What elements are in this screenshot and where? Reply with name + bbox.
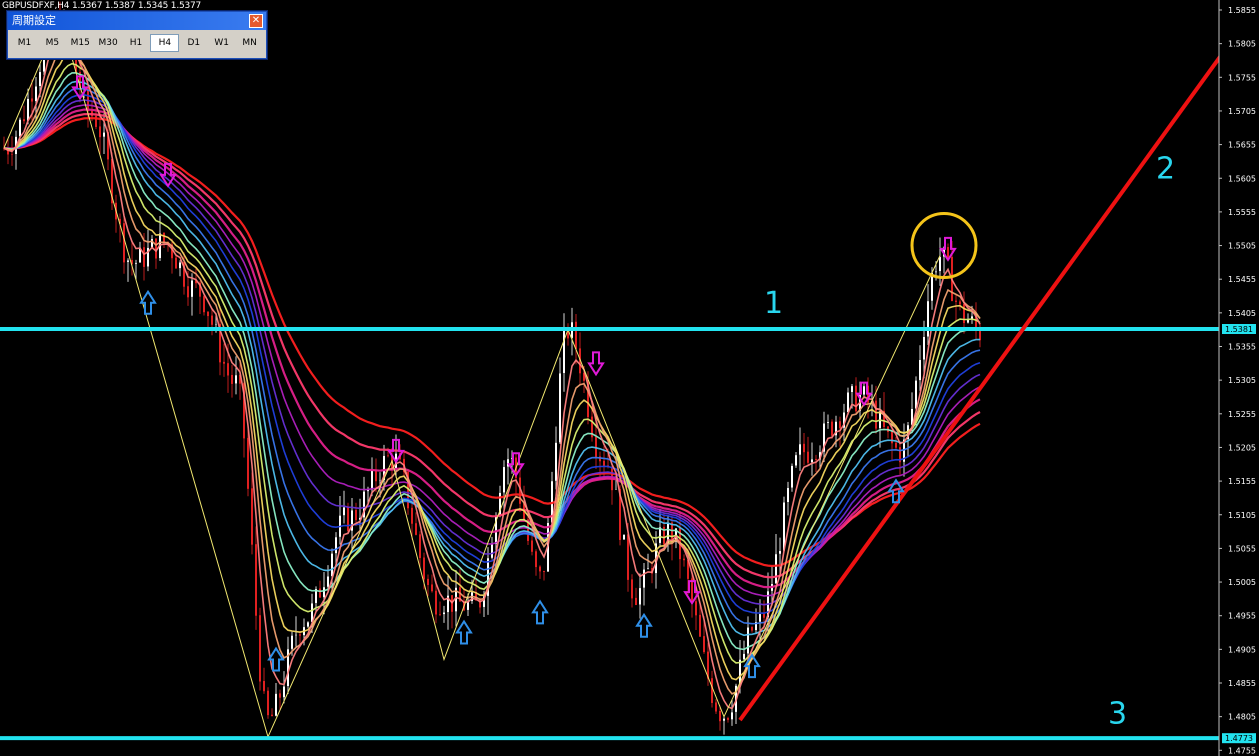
price-tag-label: 1.4773 — [1225, 734, 1253, 743]
axis-tick-label: 1.5605 — [1228, 174, 1256, 183]
signal-arrows — [71, 75, 957, 679]
timeframe-m5-button[interactable]: M5 — [39, 34, 66, 52]
timeframe-buttons: M1 M5 M15 M30 H1 H4 D1 W1 MN — [8, 30, 266, 52]
zigzag-line — [3, 15, 941, 739]
axis-tick-label: 1.5055 — [1228, 544, 1256, 553]
trendline-line — [738, 39, 1234, 722]
axis-tick-label: 1.4755 — [1228, 746, 1256, 755]
axis-tick-label: 1.5105 — [1228, 511, 1256, 520]
timeframe-h1-button[interactable]: H1 — [123, 34, 150, 52]
annotation-label: 2 — [1156, 151, 1175, 186]
down-arrow-icon — [587, 351, 605, 377]
timeframe-m15-button[interactable]: M15 — [67, 34, 94, 52]
moving-average-line — [3, 117, 981, 568]
axis-tick-label: 1.5505 — [1228, 242, 1256, 251]
axis-tick-label: 1.5655 — [1228, 141, 1256, 150]
timeframe-mn-button[interactable]: MN — [236, 34, 263, 52]
up-arrow-icon — [635, 612, 653, 638]
symbol-header: GBPUSDFXF,H4 1.5367 1.5387 1.5345 1.5377 — [2, 1, 202, 11]
axis-tick-label: 1.4955 — [1228, 612, 1256, 621]
annotation-label: 3 — [1108, 696, 1127, 731]
timeframe-d1-button[interactable]: D1 — [180, 34, 207, 52]
axis-tick-label: 1.5155 — [1228, 477, 1256, 486]
price-chart[interactable]: 1 2 3 1.5855 1.5805 1.5755 1.5705 1.5655 1.5605… — [0, 0, 1259, 756]
up-arrow-icon — [531, 599, 549, 625]
moving-average-line — [3, 99, 981, 606]
panel-titlebar[interactable]: 周期設定 ✕ — [8, 12, 266, 30]
axis-tick-label: 1.5855 — [1228, 6, 1256, 15]
axis-tick-label: 1.5355 — [1228, 343, 1256, 352]
axis-tick-label: 1.5255 — [1228, 410, 1256, 419]
trendline[interactable] — [738, 39, 1234, 722]
axis-tick-label: 1.4905 — [1228, 645, 1256, 654]
moving-average-line — [3, 52, 981, 681]
candlestick-series — [3, 1, 981, 735]
up-arrow-icon — [455, 619, 473, 645]
axis-tick-label: 1.5705 — [1228, 107, 1256, 116]
chart-annotations: 1 2 3 — [764, 151, 1175, 731]
axis-tick-label: 1.5555 — [1228, 208, 1256, 217]
axis-tick-label: 1.5005 — [1228, 578, 1256, 587]
moving-average-ribbon — [3, 32, 981, 710]
timeframe-m1-button[interactable]: M1 — [11, 34, 38, 52]
axis-tick-label: 1.5305 — [1228, 376, 1256, 385]
zigzag-path — [3, 15, 941, 739]
timeframe-w1-button[interactable]: W1 — [208, 34, 235, 52]
annotation-label: 1 — [764, 286, 783, 321]
timeframe-m30-button[interactable]: M30 — [95, 34, 122, 52]
price-axis: 1.5855 1.5805 1.5755 1.5705 1.5655 1.5605 1.55… — [1218, 0, 1259, 756]
moving-average-line — [3, 42, 981, 695]
up-arrow-icon — [139, 289, 157, 315]
axis-tick-label: 1.5805 — [1228, 40, 1256, 49]
axis-tick-label: 1.4805 — [1228, 713, 1256, 722]
close-icon[interactable]: ✕ — [249, 14, 263, 28]
axis-tick-label: 1.5755 — [1228, 73, 1256, 82]
panel-title: 周期設定 — [12, 14, 56, 27]
period-settings-panel[interactable]: 周期設定 ✕ M1 M5 M15 M30 H1 H4 D1 W1 MN — [7, 11, 267, 59]
axis-tick-label: 1.5205 — [1228, 443, 1256, 452]
price-tag-label: 1.5381 — [1225, 325, 1253, 334]
timeframe-h4-button[interactable]: H4 — [150, 34, 180, 52]
horizontal-lines[interactable] — [0, 327, 1221, 741]
moving-average-line — [3, 113, 981, 579]
axis-tick-label: 1.4855 — [1228, 679, 1256, 688]
axis-tick-label: 1.5455 — [1228, 275, 1256, 284]
moving-average-line — [3, 32, 981, 710]
axis-tick-label: 1.5405 — [1228, 309, 1256, 318]
